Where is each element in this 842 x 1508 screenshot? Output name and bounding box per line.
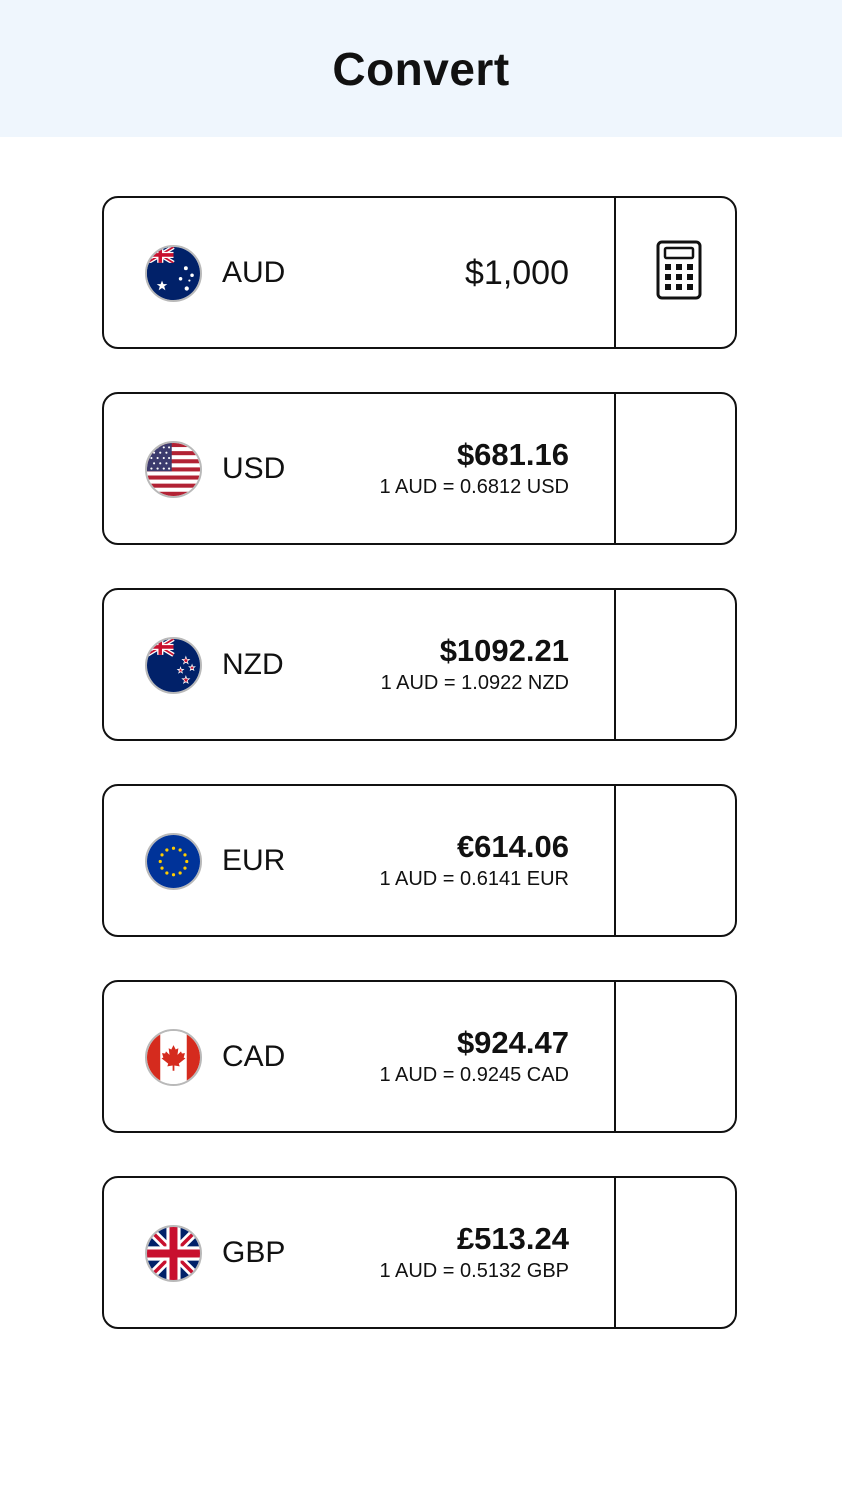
converted-amount: $924.47 [456,1025,569,1060]
converted-amount: $681.16 [456,437,569,472]
calculator-icon [656,240,702,300]
canada-flag-icon [145,1029,202,1086]
card-action-area[interactable] [616,982,735,1131]
currency-code: NZD [222,648,284,681]
conversion-card-usd[interactable]: USD $681.16 1 AUD = 0.6812 USD [102,392,737,545]
converted-amount: €614.06 [456,829,569,864]
usa-flag-icon [145,441,202,498]
conversion-card-eur[interactable]: EUR €614.06 1 AUD = 0.6141 EUR [102,784,737,937]
currency-code: USD [222,452,286,485]
exchange-rate: 1 AUD = 0.5132 GBP [379,1260,569,1282]
eu-flag-icon [145,833,202,890]
card-action-area[interactable] [616,1178,735,1327]
card-action-area[interactable] [616,394,735,543]
converted-amount: £513.24 [456,1221,569,1256]
currency-code: GBP [222,1236,286,1269]
conversion-card-gbp[interactable]: GBP £513.24 1 AUD = 0.5132 GBP [102,1176,737,1329]
card-action-area[interactable] [616,786,735,935]
exchange-rate: 1 AUD = 1.0922 NZD [380,672,569,694]
exchange-rate: 1 AUD = 0.6812 USD [379,476,569,498]
calculator-button[interactable] [616,198,735,347]
conversion-card-cad[interactable]: CAD $924.47 1 AUD = 0.9245 CAD [102,980,737,1133]
currency-code: CAD [222,1040,286,1073]
card-action-area[interactable] [616,590,735,739]
conversion-card-nzd[interactable]: NZD $1092.21 1 AUD = 1.0922 NZD [102,588,737,741]
page-title: Convert [332,43,510,95]
new-zealand-flag-icon [145,637,202,694]
exchange-rate: 1 AUD = 0.9245 CAD [379,1064,569,1086]
exchange-rate: 1 AUD = 0.6141 EUR [379,868,569,890]
base-currency-card[interactable]: AUD $1,000 [102,196,737,349]
converted-amount: $1092.21 [439,633,569,668]
page-header: Convert [0,0,842,137]
australia-flag-icon [145,245,202,302]
base-amount-input[interactable]: $1,000 [465,254,569,292]
currency-code: AUD [222,256,286,289]
currency-code: EUR [222,844,286,877]
uk-flag-icon [145,1225,202,1282]
